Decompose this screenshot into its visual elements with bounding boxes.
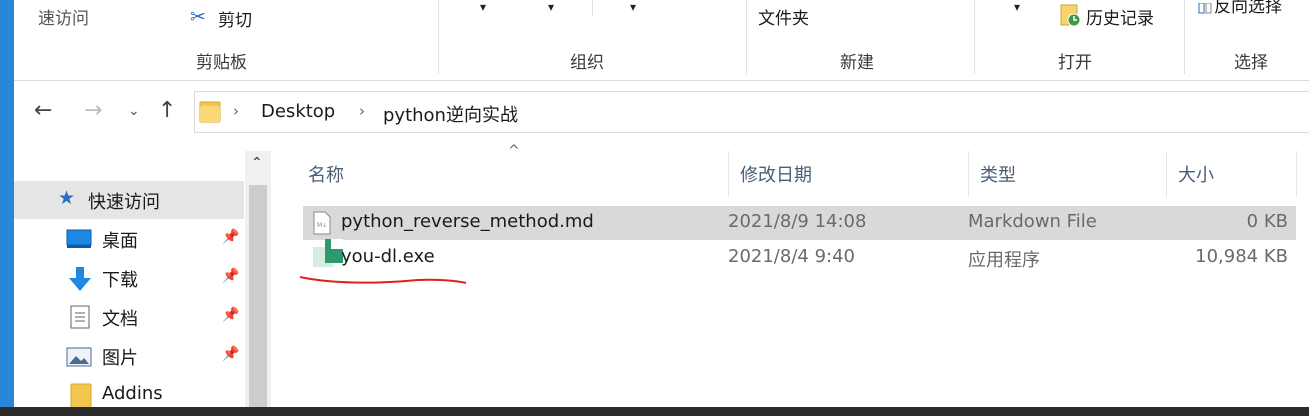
new-folder-button[interactable]: 文件夹: [758, 4, 809, 29]
scroll-up-arrow-icon[interactable]: ⌃: [251, 155, 263, 171]
column-divider[interactable]: [728, 151, 729, 197]
file-type: Markdown File: [968, 211, 1097, 232]
nav-item-desktop[interactable]: 桌面 📌: [14, 220, 244, 258]
table-row[interactable]: you-dl.exe 2021/8/4 9:40 应用程序 10,984 KB: [303, 239, 1296, 275]
nav-item-pictures[interactable]: 图片 📌: [14, 337, 244, 375]
nav-item-label: 下载: [102, 270, 138, 291]
folder-icon: [199, 100, 221, 128]
column-header-type[interactable]: 类型: [980, 161, 1016, 187]
nav-item-downloads[interactable]: 下载 📌: [14, 259, 244, 297]
nav-item-label: 文档: [102, 309, 138, 330]
navigation-pane: ★ 快速访问 桌面 📌 下载 📌 文档 📌 图片 📌 Addins ⌃: [14, 141, 274, 407]
group-divider: [1184, 0, 1185, 74]
address-bar[interactable]: › Desktop › python逆向实战: [194, 91, 1309, 133]
ribbon: 速访问 ✂ 剪切 ▾ ▾ ▾ 文件夹 ▾ 历史记录 反向选择 剪贴板 组织 新建…: [14, 0, 1309, 81]
group-label-select: 选择: [1234, 53, 1268, 73]
divider: [592, 0, 593, 16]
chevron-down-icon: ▾: [1014, 0, 1021, 14]
breadcrumb-separator-icon: ›: [233, 102, 239, 120]
breadcrumb-separator-icon: ›: [359, 102, 365, 120]
picture-icon: [66, 347, 92, 371]
group-label-new: 新建: [840, 53, 874, 73]
nav-item-documents[interactable]: 文档 📌: [14, 298, 244, 336]
download-arrow-icon: [68, 266, 92, 296]
recent-locations-button[interactable]: ⌄: [128, 103, 140, 119]
table-row[interactable]: M↓ python_reverse_method.md 2021/8/9 14:…: [303, 206, 1296, 240]
file-modified: 2021/8/9 14:08: [728, 211, 867, 232]
nav-item-label: 图片: [102, 348, 138, 369]
group-label-open: 打开: [1058, 53, 1092, 73]
group-divider: [438, 0, 439, 74]
file-list: ^ 名称 修改日期 类型 大小 M↓ python_reverse_method…: [276, 141, 1309, 407]
history-icon: [1060, 4, 1081, 27]
folder-icon: [70, 382, 92, 407]
file-modified: 2021/8/4 9:40: [728, 246, 855, 267]
window-left-edge: [0, 0, 14, 407]
column-header-modified[interactable]: 修改日期: [740, 161, 812, 187]
breadcrumb-desktop[interactable]: Desktop: [261, 101, 335, 122]
group-label-organize: 组织: [570, 53, 604, 73]
nav-pane-scrollbar[interactable]: ⌃: [245, 151, 271, 407]
group-divider: [974, 0, 975, 74]
nav-item-quick-access[interactable]: ★ 快速访问: [14, 181, 244, 219]
forward-button[interactable]: →: [84, 98, 102, 123]
history-button[interactable]: 历史记录: [1086, 4, 1154, 29]
column-header-name[interactable]: 名称: [308, 161, 344, 187]
cut-button[interactable]: 剪切: [218, 6, 252, 31]
up-button[interactable]: ↑: [158, 98, 176, 123]
file-type: 应用程序: [968, 250, 1040, 271]
chevron-down-icon: ▾: [548, 0, 555, 14]
chevron-down-icon: ▾: [630, 0, 637, 14]
taskbar-edge: [0, 407, 1309, 416]
pin-icon[interactable]: 📌: [222, 307, 239, 323]
desktop-icon: [66, 229, 92, 253]
column-header-size[interactable]: 大小: [1178, 161, 1214, 187]
svg-text:M↓: M↓: [317, 222, 327, 229]
invert-selection-button[interactable]: 反向选择: [1214, 0, 1282, 17]
file-name[interactable]: you-dl.exe: [341, 246, 435, 267]
pin-icon[interactable]: 📌: [222, 229, 239, 245]
group-divider: [746, 0, 747, 74]
scrollbar-thumb[interactable]: [249, 185, 267, 407]
file-explorer-window: 速访问 ✂ 剪切 ▾ ▾ ▾ 文件夹 ▾ 历史记录 反向选择 剪贴板 组织 新建…: [14, 0, 1309, 407]
nav-item-label: Addins: [102, 383, 163, 404]
nav-item-addins[interactable]: Addins: [14, 376, 244, 407]
star-icon: ★: [58, 187, 76, 209]
breadcrumb-current-folder[interactable]: python逆向实战: [383, 101, 518, 127]
pin-icon[interactable]: 📌: [222, 346, 239, 362]
pin-icon[interactable]: 📌: [222, 268, 239, 284]
chevron-down-icon: ▾: [480, 0, 487, 14]
sort-ascending-icon: ^: [508, 143, 520, 159]
back-button[interactable]: ←: [34, 98, 52, 123]
document-icon: [70, 305, 90, 333]
group-label-clipboard: 剪贴板: [196, 53, 247, 73]
column-divider[interactable]: [1166, 151, 1167, 197]
nav-item-label: 快速访问: [88, 192, 160, 213]
file-size: 10,984 KB: [1195, 246, 1288, 267]
scissors-icon: ✂: [190, 6, 206, 28]
column-divider[interactable]: [968, 151, 969, 197]
column-divider[interactable]: [1296, 151, 1297, 197]
application-icon: [313, 239, 343, 271]
file-size: 0 KB: [1246, 211, 1288, 232]
address-toolbar: ← → ⌄ ↑ › Desktop › python逆向实战: [14, 81, 1309, 141]
nav-item-label: 桌面: [102, 231, 138, 252]
markdown-file-icon: M↓: [313, 211, 331, 239]
select-icon: [1198, 0, 1212, 19]
pin-quick-access-button[interactable]: 速访问: [38, 4, 89, 29]
file-name[interactable]: python_reverse_method.md: [341, 211, 594, 232]
